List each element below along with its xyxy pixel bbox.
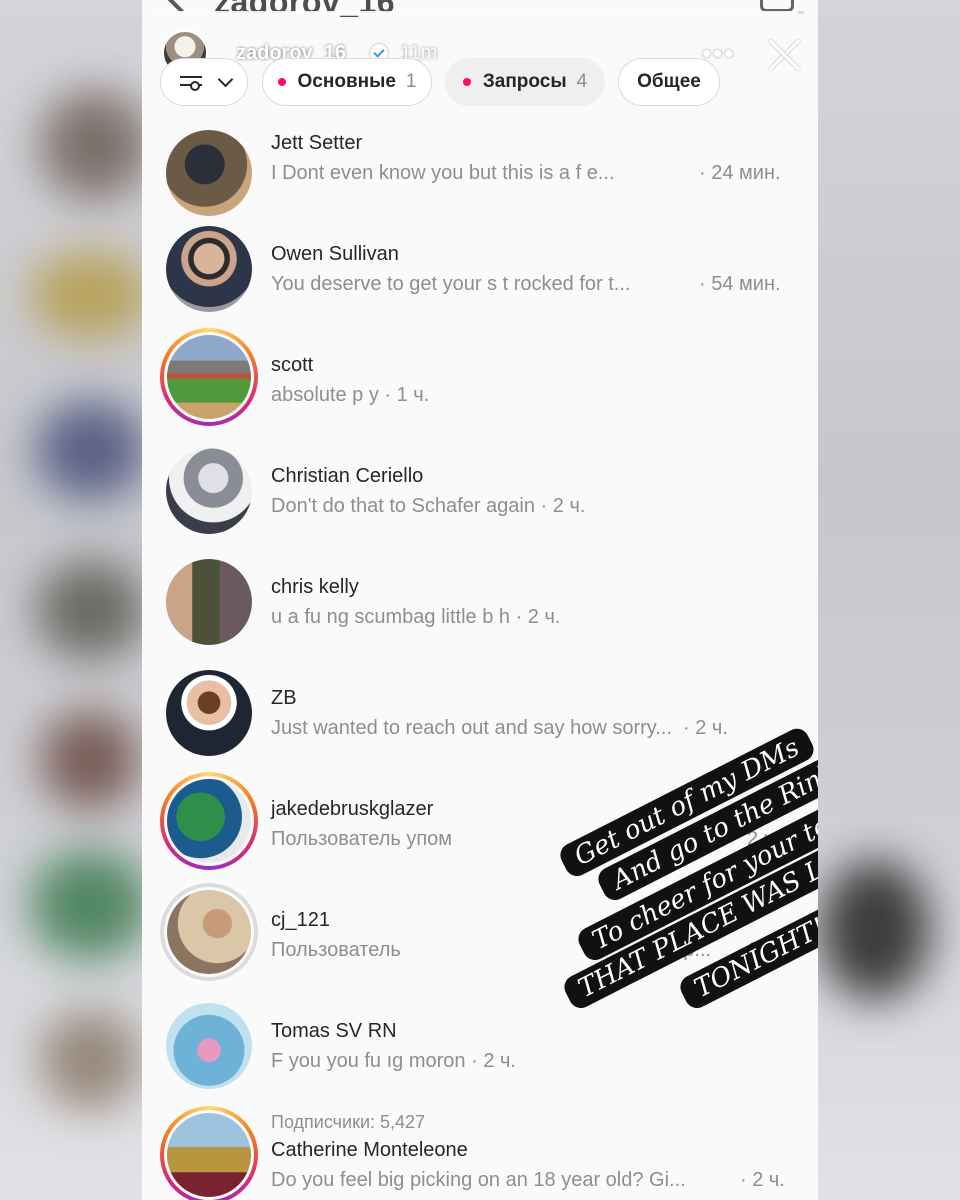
sender-name: Catherine Monteleone: [271, 1139, 468, 1161]
avatar: [164, 887, 254, 977]
message-preview: I Dont even know you but this is a f e..…: [271, 162, 615, 184]
sender-name: ZB: [271, 687, 297, 709]
filter-dropdown-button[interactable]: [160, 58, 248, 106]
story-frame: Jett Setter I Dont even know you but thi…: [142, 0, 818, 1200]
sender-name: cj_121: [271, 909, 330, 931]
list-item[interactable]: Owen Sullivan You deserve to get your s …: [142, 226, 818, 341]
message-time: · 2 ч.: [740, 1169, 785, 1191]
blurred-avatar: [40, 1010, 140, 1110]
list-item[interactable]: Jett Setter I Dont even know you but thi…: [142, 120, 818, 230]
avatar: [166, 130, 252, 216]
message-time: · 2 ч.: [683, 717, 728, 739]
avatar: [166, 559, 252, 645]
blurred-avatar: [36, 400, 146, 500]
list-item[interactable]: Tomas SV RN F you you fu ıg moron · 2 ч.: [142, 1003, 818, 1118]
message-preview: Do you feel big picking on an 18 year ol…: [271, 1169, 686, 1191]
tab-primary-label: Основные: [297, 71, 396, 92]
message-preview: F you you fu ıg moron · 2 ч.: [271, 1050, 516, 1072]
avatar-story-ring[interactable]: [160, 772, 258, 870]
tab-requests-count: 4: [576, 71, 588, 92]
sender-name: Owen Sullivan: [271, 243, 399, 265]
filter-icon: [178, 72, 206, 92]
blurred-avatar: [30, 250, 150, 340]
message-time: · 54 мин.: [699, 273, 781, 295]
avatar: [166, 226, 252, 312]
blurred-avatar: [30, 850, 150, 960]
unread-dot-icon: [462, 78, 471, 86]
list-item[interactable]: scott absolute p y · 1 ч.: [142, 328, 818, 452]
message-preview: absolute p y · 1 ч.: [271, 384, 430, 406]
avatar-story-ring[interactable]: [160, 883, 258, 981]
sender-name: scott: [271, 354, 314, 376]
tab-requests[interactable]: Запросы 4: [445, 58, 605, 106]
avatar: [164, 1110, 254, 1200]
followers-count: Подписчики: 5,427: [271, 1112, 426, 1132]
tab-requests-label: Запросы: [482, 71, 567, 92]
tab-general[interactable]: Общее: [618, 58, 720, 106]
tab-primary-count: 1: [405, 71, 417, 92]
blurred-avatar: [36, 560, 146, 660]
message-time: · 24 мин.: [699, 162, 781, 184]
avatar-story-ring[interactable]: [160, 328, 258, 426]
list-item[interactable]: Подписчики: 5,427 Catherine Monteleone D…: [142, 1104, 818, 1200]
avatar: [166, 670, 252, 756]
sender-name: Christian Ceriello: [271, 465, 424, 487]
chevron-down-icon: [217, 71, 233, 87]
avatar: [166, 1003, 252, 1089]
sender-name: Jett Setter: [271, 132, 363, 154]
story-text-sticker: Get out of my DMs And go to the Rink To …: [556, 724, 818, 1013]
story-progress-bar: [156, 11, 804, 14]
story-progress-fill: [156, 11, 798, 14]
close-icon[interactable]: [766, 36, 804, 74]
message-preview: Пользователь: [271, 939, 401, 961]
sender-name: jakedebruskglazer: [271, 798, 434, 820]
list-item[interactable]: chris kelly u a fu ng scumbag little b h…: [142, 559, 818, 674]
message-preview: You deserve to get your s t rocked for t…: [271, 273, 631, 295]
message-preview: Just wanted to reach out and say how sor…: [271, 717, 672, 739]
message-preview: Don't do that to Schafer again · 2 ч.: [271, 495, 586, 517]
blurred-sticker: [820, 860, 930, 1000]
sender-name: Tomas SV RN: [271, 1020, 397, 1042]
message-preview: u a fu ng scumbag little b h · 2 ч.: [271, 606, 561, 628]
tab-primary[interactable]: Основные 1: [262, 58, 432, 106]
sender-name: chris kelly: [271, 576, 359, 598]
tab-general-label: Общее: [637, 71, 701, 92]
blurred-avatar: [40, 90, 150, 200]
message-preview: Пользователь упом: [271, 828, 453, 850]
list-item[interactable]: Christian Ceriello Don't do that to Scha…: [142, 448, 818, 563]
inbox-header: zadorov_16: [142, 0, 818, 20]
unread-dot-icon: [277, 78, 286, 86]
avatar: [164, 776, 254, 866]
avatar: [164, 332, 254, 422]
avatar: [166, 448, 252, 534]
avatar-story-ring[interactable]: [160, 1106, 258, 1200]
blurred-avatar: [40, 710, 140, 810]
